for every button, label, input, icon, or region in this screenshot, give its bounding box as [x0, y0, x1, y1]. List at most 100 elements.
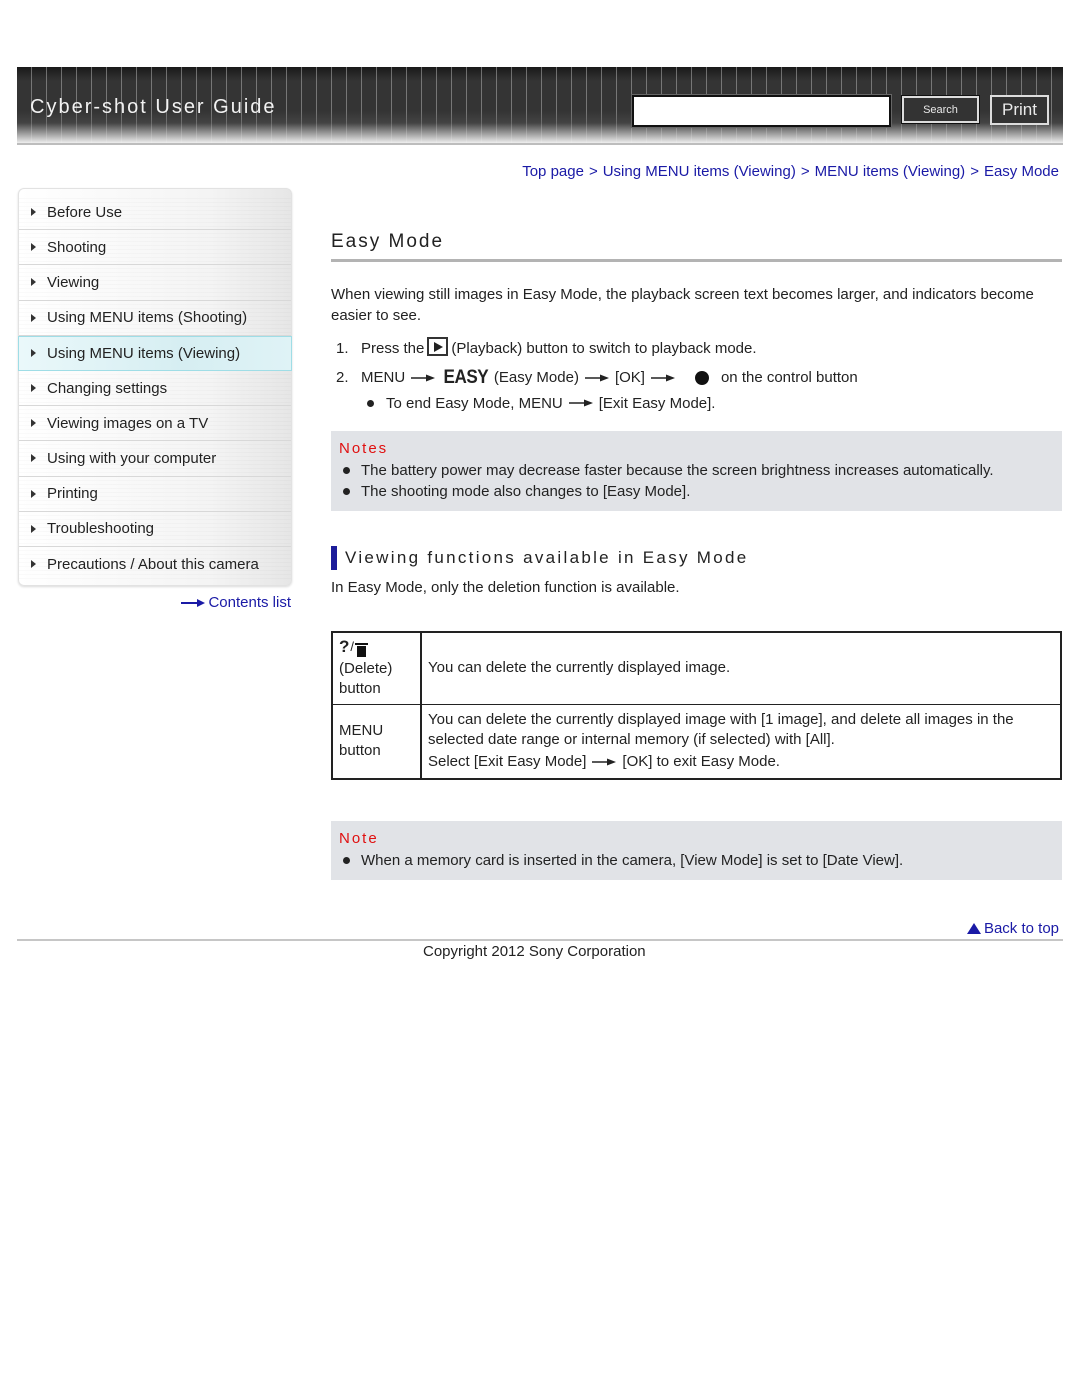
section-heading-text: Viewing functions available in Easy Mode	[345, 548, 749, 567]
contents-list-label: Contents list	[208, 594, 291, 611]
bullet-icon	[343, 857, 350, 864]
notes-box: Notes The battery power may decrease fas…	[331, 431, 1062, 511]
breadcrumb-easy-mode[interactable]: Easy Mode	[984, 163, 1059, 180]
sidebar-item-printing[interactable]: Printing	[19, 476, 291, 512]
caret-right-icon	[31, 384, 36, 393]
sidebar-nav: Before Use Shooting Viewing Using MENU i…	[18, 188, 292, 586]
note-item: The shooting mode also changes to [Easy …	[339, 481, 1054, 502]
contents-list-link[interactable]: Contents list	[181, 594, 291, 611]
sidebar-item-label: Viewing	[47, 273, 100, 291]
breadcrumb-menu-items-viewing[interactable]: MENU items (Viewing)	[815, 163, 966, 180]
table-desc-text: Select [Exit Easy Mode]	[428, 753, 587, 771]
help-icon: ?	[339, 637, 350, 657]
sidebar-item-viewing[interactable]: Viewing	[19, 265, 291, 301]
header-bar: Cyber-shot User Guide Search Print	[17, 67, 1063, 145]
step-1: 1. Press the (Playback) button to switch…	[331, 334, 1062, 363]
breadcrumb-separator: >	[800, 163, 810, 180]
sidebar-item-troubleshooting[interactable]: Troubleshooting	[19, 511, 291, 547]
page-title: Easy Mode	[331, 225, 1062, 262]
table-cell-desc: You can delete the currently displayed i…	[420, 703, 1062, 780]
triangle-up-icon	[966, 923, 981, 934]
breadcrumb: Top page > Using MENU items (Viewing) > MENU…	[522, 163, 1059, 180]
easy-mode-icon: EASY	[443, 366, 489, 388]
caret-right-icon	[31, 419, 36, 428]
note-box: Note When a memory card is inserted in t…	[331, 821, 1062, 880]
sidebar-item-computer[interactable]: Using with your computer	[19, 441, 291, 477]
bullet-icon	[343, 467, 350, 474]
table-label-line: button	[339, 680, 381, 698]
table-cell-desc: You can delete the currently displayed i…	[420, 631, 1062, 705]
guide-title: Cyber-shot User Guide	[30, 96, 277, 118]
caret-right-icon	[31, 243, 36, 252]
sidebar-item-label: Shooting	[47, 238, 107, 256]
section-intro: In Easy Mode, only the deletion function…	[331, 579, 680, 596]
table-row: ? / (Delete) button You can delete the cu…	[331, 631, 1062, 705]
table-desc-text: You can delete the currently displayed i…	[428, 659, 731, 677]
note-text: The shooting mode also changes to [Easy …	[361, 483, 691, 500]
note-title: Note	[339, 830, 379, 847]
slash: /	[350, 639, 355, 655]
arrow-right-icon	[181, 598, 206, 607]
footer-divider	[17, 939, 1063, 941]
print-button[interactable]: Print	[990, 95, 1049, 125]
sidebar-item-before-use[interactable]: Before Use	[19, 195, 291, 231]
caret-right-icon	[31, 454, 36, 463]
section-marker	[331, 546, 337, 570]
arrow-right-icon	[411, 374, 436, 381]
functions-table: ? / (Delete) button You can delete the cu…	[331, 631, 1062, 780]
caret-right-icon	[31, 524, 36, 533]
section-heading: Viewing functions available in Easy Mode	[331, 546, 1062, 570]
step-2-sub: To end Easy Mode, MENU [Exit Easy Mode].	[331, 392, 1062, 414]
caret-right-icon	[31, 560, 36, 569]
sidebar-item-label: Using MENU items (Shooting)	[47, 309, 248, 327]
sidebar-item-menu-viewing[interactable]: Using MENU items (Viewing)	[18, 335, 292, 371]
table-desc-text: [OK] to exit Easy Mode.	[622, 753, 780, 771]
sidebar-item-label: Troubleshooting	[47, 520, 155, 538]
table-cell-label: ? / (Delete) button	[331, 631, 422, 705]
trash-icon	[355, 642, 369, 658]
step-text: on the control button	[720, 369, 858, 386]
menu-label: MENU	[361, 369, 406, 386]
bullet-icon	[343, 488, 350, 495]
steps-list: 1. Press the (Playback) button to switch…	[331, 334, 1062, 414]
sidebar-item-menu-shooting[interactable]: Using MENU items (Shooting)	[19, 300, 291, 336]
caret-right-icon	[31, 208, 36, 217]
back-to-top-label: Back to top	[983, 920, 1059, 937]
step-text: (Playback) button to switch to playback …	[451, 340, 757, 357]
sidebar-item-label: Precautions / About this camera	[47, 555, 259, 573]
sidebar-item-shooting[interactable]: Shooting	[19, 230, 291, 266]
sidebar-item-label: Printing	[47, 485, 98, 503]
sidebar-item-changing-settings[interactable]: Changing settings	[19, 370, 291, 407]
step-number: 2.	[336, 369, 349, 386]
breadcrumb-top-page[interactable]: Top page	[522, 163, 584, 180]
arrow-right-icon	[568, 399, 593, 407]
note-text: When a memory card is inserted in the ca…	[361, 852, 904, 869]
substep-text: [Exit Easy Mode].	[598, 394, 716, 412]
notes-title: Notes	[339, 440, 389, 457]
sidebar-item-precautions[interactable]: Precautions / About this camera	[19, 546, 291, 583]
sidebar-item-label: Changing settings	[47, 379, 168, 397]
table-label-line: button	[339, 742, 381, 760]
note-item: The battery power may decrease faster be…	[339, 460, 1054, 481]
intro-text: When viewing still images in Easy Mode, …	[331, 286, 1034, 324]
note-text: The battery power may decrease faster be…	[361, 462, 994, 479]
search-input[interactable]	[631, 94, 892, 128]
sidebar-item-label: Viewing images on a TV	[47, 414, 209, 432]
caret-right-icon	[31, 278, 36, 287]
search-button[interactable]: Search	[901, 95, 980, 124]
breadcrumb-using-menu-viewing[interactable]: Using MENU items (Viewing)	[603, 163, 796, 180]
arrow-right-icon	[592, 758, 617, 766]
copyright: Copyright 2012 Sony Corporation	[423, 943, 646, 960]
back-to-top-link[interactable]: Back to top	[966, 920, 1059, 937]
sidebar-item-label: Using with your computer	[47, 449, 217, 467]
caret-right-icon	[31, 313, 36, 322]
playback-icon	[427, 337, 449, 356]
table-row: MENU button You can delete the currently…	[331, 703, 1062, 780]
table-desc-text: You can delete the currently displayed i…	[428, 711, 1014, 749]
table-desc-line: Select [Exit Easy Mode] [OK] to exit Eas…	[428, 752, 1054, 772]
ok-label: [OK]	[614, 369, 645, 386]
note-item: When a memory card is inserted in the ca…	[339, 850, 1054, 871]
step-number: 1.	[336, 340, 349, 357]
sidebar-item-label: Before Use	[47, 203, 123, 221]
sidebar-item-viewing-tv[interactable]: Viewing images on a TV	[19, 406, 291, 442]
